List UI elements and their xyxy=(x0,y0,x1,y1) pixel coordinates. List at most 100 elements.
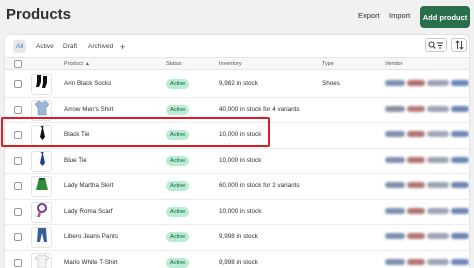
row-checkbox[interactable] xyxy=(14,105,22,114)
product-thumbnail[interactable] xyxy=(31,227,52,248)
page-header: Products Export Import Add product xyxy=(0,0,474,34)
vendor-blur-segment xyxy=(407,207,425,214)
vendor-blur-segment xyxy=(385,233,405,239)
tab-archived[interactable]: Archived xyxy=(85,40,116,53)
table-row[interactable]: Blue Tie Active 10,000 in stock xyxy=(5,149,469,174)
vendor-blur-segment xyxy=(427,80,449,86)
vendor-blur-segment xyxy=(385,207,405,214)
status-badge: Active xyxy=(166,232,190,242)
tab-active[interactable]: Active xyxy=(33,40,57,53)
row-checkbox[interactable] xyxy=(14,207,22,216)
product-name-link[interactable]: Mario White T-Shirt xyxy=(64,259,118,266)
add-product-button[interactable]: Add product xyxy=(420,6,470,28)
vendor-blur-segment xyxy=(427,182,449,188)
table-row[interactable]: Arin Black Socks Active 9,982 in stock Shoe… xyxy=(5,72,469,98)
inventory-value: 40,000 in stock for 4 variants xyxy=(219,105,300,113)
product-name-link[interactable]: Lady Martha Skirt xyxy=(64,182,113,189)
jeans-icon xyxy=(34,227,50,248)
product-thumbnail[interactable] xyxy=(31,150,52,172)
status-badge: Active xyxy=(166,257,190,268)
vendor-blur-segment xyxy=(385,80,405,86)
vendor-blur-segment xyxy=(451,182,469,188)
select-all-checkbox[interactable] xyxy=(14,60,22,68)
vendor-blur-segment xyxy=(407,182,425,188)
products-card: All Active Draft Archived + Product ▲ St… xyxy=(4,34,470,268)
vendor-blurred xyxy=(385,207,469,215)
column-header-type: Type xyxy=(322,61,334,67)
vendor-blur-segment xyxy=(407,156,425,163)
vendor-blur-segment xyxy=(407,258,425,265)
filter-tabs: All Active Draft Archived + xyxy=(5,35,469,57)
status-badge: Active xyxy=(166,104,190,115)
vendor-blur-segment xyxy=(385,258,405,265)
column-header-product-label: Product xyxy=(64,61,83,67)
vendor-blurred xyxy=(385,156,469,164)
row-checkbox[interactable] xyxy=(14,80,22,88)
table-row[interactable]: Libero Jeans Pants Active 9,998 in stock xyxy=(5,225,469,251)
scarf-icon xyxy=(34,202,50,223)
vendor-blur-segment xyxy=(407,105,425,112)
vendor-blurred xyxy=(385,80,469,87)
row-checkbox[interactable] xyxy=(14,156,22,165)
product-name-link[interactable]: Lady Roma Scarf xyxy=(64,208,113,215)
product-name-link[interactable]: Arrow Men's Shirt xyxy=(64,106,114,113)
vendor-blur-segment xyxy=(407,80,425,86)
vendor-blur-segment xyxy=(451,156,469,163)
add-view-plus-icon[interactable]: + xyxy=(117,40,128,53)
vendor-blur-segment xyxy=(385,182,405,188)
vendor-blur-segment xyxy=(427,233,449,239)
vendor-blur-segment xyxy=(427,258,449,265)
inventory-value: 9,982 in stock xyxy=(219,80,258,87)
vendor-blur-segment xyxy=(451,105,469,112)
status-badge: Active xyxy=(166,181,190,191)
inventory-value: 60,000 in stock for 2 variants xyxy=(219,182,300,189)
vendor-blur-segment xyxy=(427,156,449,163)
search-filter-icon xyxy=(428,41,443,49)
tshirt-icon xyxy=(34,253,50,268)
sort-button[interactable] xyxy=(451,38,467,52)
row-checkbox[interactable] xyxy=(14,233,22,241)
product-thumbnail[interactable] xyxy=(31,201,52,223)
vendor-blur-segment xyxy=(385,105,405,112)
vendor-blur-segment xyxy=(451,80,469,86)
sort-icon xyxy=(454,40,464,50)
skirt-icon xyxy=(34,176,50,197)
inventory-value: 9,998 in stock xyxy=(219,233,258,240)
product-name-link[interactable]: Libero Jeans Pants xyxy=(64,233,118,240)
tie-icon xyxy=(34,151,50,172)
status-badge: Active xyxy=(166,79,190,89)
table-row[interactable]: Lady Martha Skirt Active 60,000 in stock f… xyxy=(5,174,469,200)
search-filter-button[interactable] xyxy=(425,38,447,52)
product-name-link[interactable]: Arin Black Socks xyxy=(64,80,111,87)
row-checkbox[interactable] xyxy=(14,182,22,190)
row-checkbox[interactable] xyxy=(14,258,22,267)
tab-draft[interactable]: Draft xyxy=(60,40,80,53)
product-name-link[interactable]: Blue Tie xyxy=(64,157,87,164)
status-badge: Active xyxy=(166,206,190,217)
vendor-blur-segment xyxy=(451,131,469,137)
inventory-value: 10,000 in stock xyxy=(219,156,262,164)
socks-icon xyxy=(34,74,50,95)
product-thumbnail[interactable] xyxy=(31,176,52,197)
inventory-value: 10,000 in stock xyxy=(219,207,262,215)
vendor-blur-segment xyxy=(385,131,405,137)
table-row[interactable]: Lady Roma Scarf Active 10,000 in stock xyxy=(5,200,469,225)
vendor-blurred xyxy=(385,233,469,240)
vendor-blurred xyxy=(385,182,469,189)
table-row[interactable]: Mario White T-Shirt Active 9,998 in stock xyxy=(5,251,469,268)
import-button[interactable]: Import xyxy=(389,11,410,20)
vendor-blurred xyxy=(385,258,469,266)
row-highlight-box xyxy=(1,117,270,147)
product-thumbnail[interactable] xyxy=(31,252,52,268)
column-header-product[interactable]: Product ▲ xyxy=(64,61,90,67)
vendor-blur-segment xyxy=(407,131,425,137)
vendor-blur-segment xyxy=(427,207,449,214)
vendor-blur-segment xyxy=(427,131,449,137)
tab-all[interactable]: All xyxy=(13,40,27,53)
status-badge: Active xyxy=(166,155,190,166)
product-thumbnail[interactable] xyxy=(31,74,52,95)
table-header: Product ▲ Status Inventory Type Vendor xyxy=(5,57,469,70)
vendor-blur-segment xyxy=(385,156,405,163)
export-button[interactable]: Export xyxy=(358,11,380,20)
vendor-blurred xyxy=(385,105,469,113)
